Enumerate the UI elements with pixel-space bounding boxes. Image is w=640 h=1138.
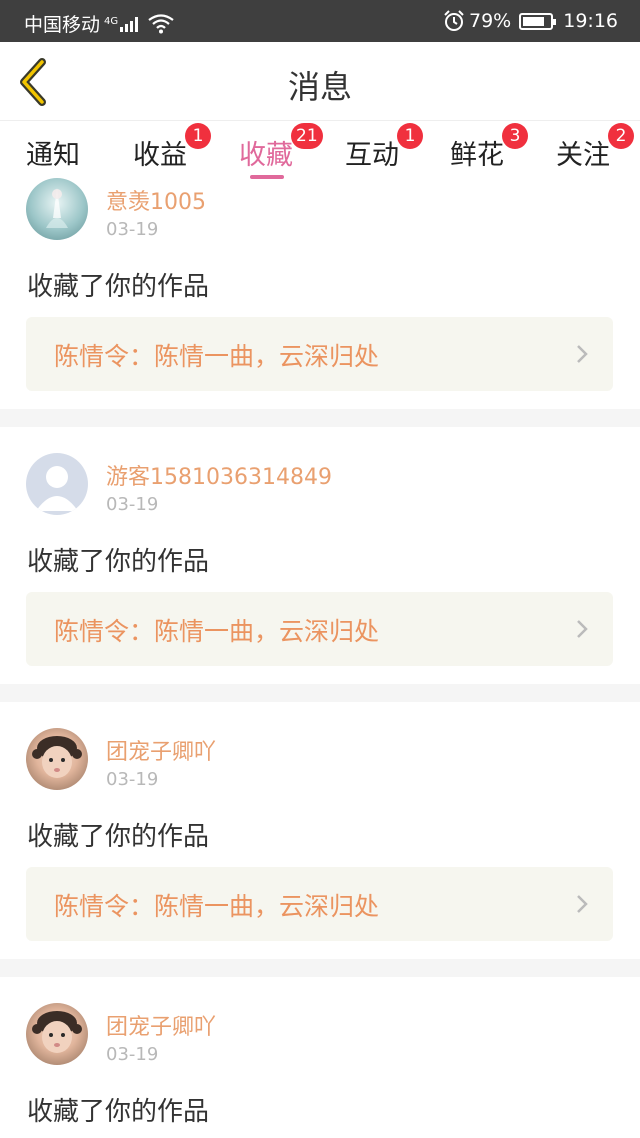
work-card[interactable]: 陈情令：陈情一曲，云深归处 [26,867,613,941]
nav-header: 消息 [0,42,640,120]
count-badge: 2 [608,123,634,149]
notification-list[interactable]: 意羡1005 03-19 收藏了你的作品 陈情令：陈情一曲，云深归处 游客158… [0,178,640,1138]
tab-flowers[interactable]: 鲜花 3 [450,123,528,172]
child-photo-icon [32,736,82,778]
timestamp: 03-19 [106,219,159,240]
divider [0,684,640,702]
tab-follows[interactable]: 关注 2 [556,123,634,172]
work-title: 陈情令：陈情一曲，云深归处 [54,617,380,646]
user-avatar[interactable] [26,728,88,790]
tab-favorites[interactable]: 收藏 21 [239,123,323,172]
anime-character-icon [46,188,68,228]
list-item: 游客1581036314849 03-19 收藏了你的作品 陈情令：陈情一曲，云… [0,427,640,684]
work-title: 陈情令：陈情一曲，云深归处 [54,892,380,921]
divider [0,959,640,977]
tab-label: 鲜花 [450,140,504,171]
wifi-icon [148,13,174,33]
action-text: 收藏了你的作品 [27,547,210,577]
user-avatar[interactable] [26,178,88,240]
username[interactable]: 意羡1005 [106,184,206,216]
child-photo-icon [32,1011,82,1053]
page-title: 消息 [287,68,352,106]
chevron-right-icon [577,345,588,363]
count-badge: 3 [502,123,528,149]
tab-label: 互动 [345,140,399,171]
carrier-label: 中国移动 [24,14,101,36]
clock-time: 19:16 [563,10,618,32]
status-bar: 中国移动 4G 79% 19:16 [0,0,640,42]
timestamp: 03-19 [106,769,159,790]
tab-interactions[interactable]: 互动 1 [345,123,423,172]
count-badge: 1 [185,123,211,149]
action-text: 收藏了你的作品 [27,1097,210,1127]
user-avatar[interactable] [26,1003,88,1065]
count-badge: 1 [397,123,423,149]
tab-notifications[interactable]: 通知 [26,133,80,172]
work-card[interactable]: 陈情令：陈情一曲，云深归处 [26,317,613,391]
action-text: 收藏了你的作品 [27,822,210,852]
chevron-right-icon [577,620,588,638]
chevron-right-icon [577,895,588,913]
tab-label: 关注 [556,140,610,171]
tab-bar: 通知 收益 1 收藏 21 互动 1 鲜花 3 关注 2 [0,120,640,182]
tab-label: 通知 [26,140,80,171]
tab-earnings[interactable]: 收益 1 [133,123,211,172]
work-title: 陈情令：陈情一曲，云深归处 [54,342,380,371]
user-avatar[interactable] [26,453,88,515]
battery-percent: 79% [469,10,512,32]
count-badge: 21 [291,123,323,149]
action-text: 收藏了你的作品 [27,272,210,302]
default-user-icon [36,466,78,511]
tab-label: 收益 [133,140,187,171]
cellular-signal-icon: 4G [104,16,140,32]
alarm-clock-icon [444,10,464,31]
username[interactable]: 团宠子卿吖 [106,734,216,766]
timestamp: 03-19 [106,494,159,515]
work-card[interactable]: 陈情令：陈情一曲，云深归处 [26,592,613,666]
list-item: 意羡1005 03-19 收藏了你的作品 陈情令：陈情一曲，云深归处 [0,178,640,409]
divider [0,409,640,427]
username[interactable]: 团宠子卿吖 [106,1009,216,1041]
timestamp: 03-19 [106,1044,159,1065]
active-tab-indicator [250,175,284,179]
battery-icon [519,12,557,30]
list-item: 团宠子卿吖 03-19 收藏了你的作品 [0,977,640,1138]
tab-label: 收藏 [239,140,293,171]
username[interactable]: 游客1581036314849 [106,459,332,491]
list-item: 团宠子卿吖 03-19 收藏了你的作品 陈情令：陈情一曲，云深归处 [0,702,640,959]
